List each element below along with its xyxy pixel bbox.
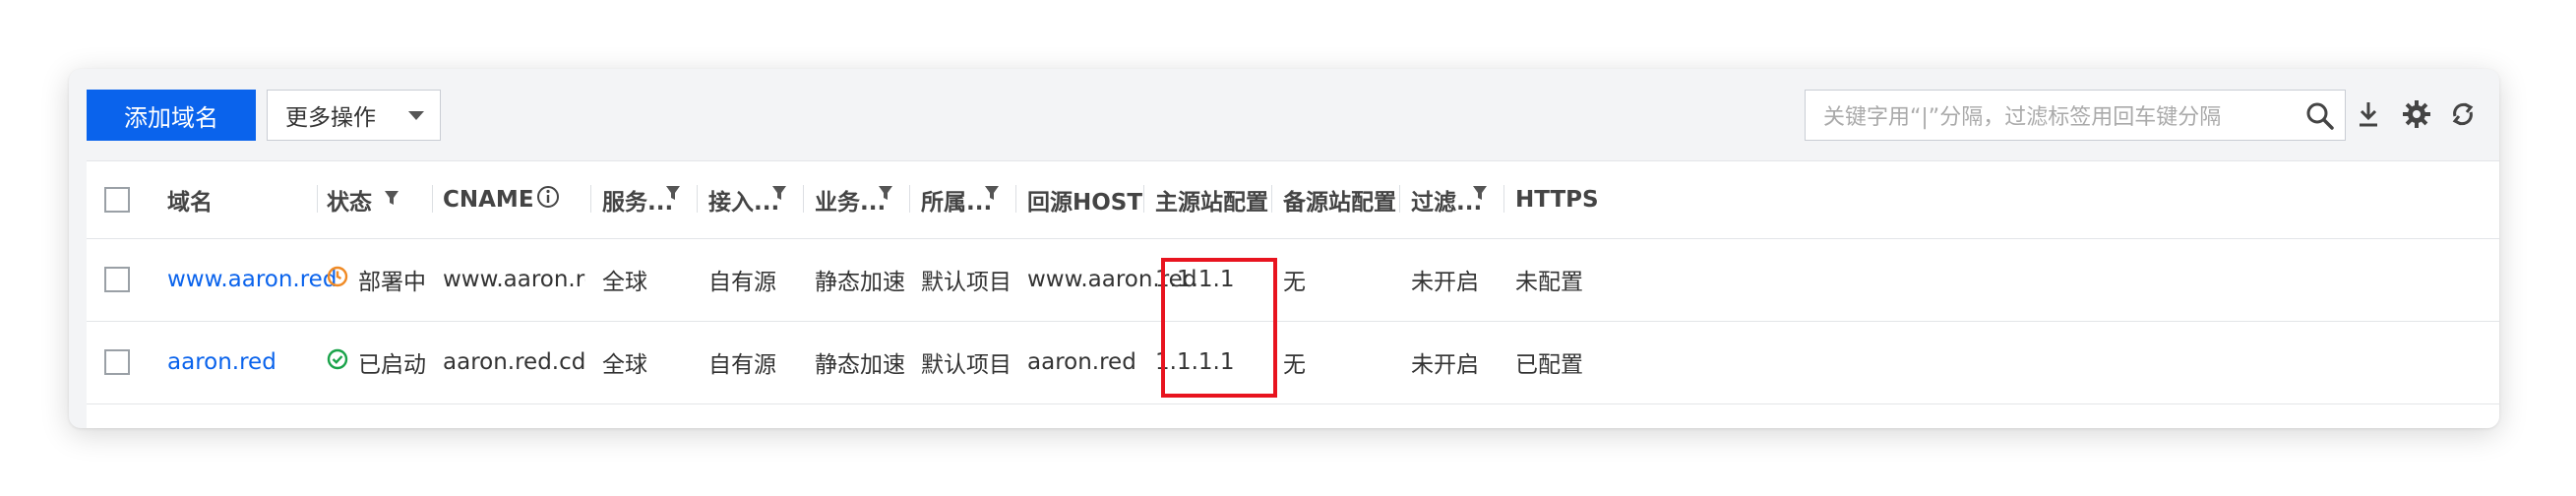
filter-icon[interactable] (384, 187, 399, 213)
table-row: aaron.red 已启动 aaron.red.cdn.dnsv... 全球 自… (87, 321, 2499, 404)
project-cell: 默认项目 (921, 352, 1012, 378)
project-cell: 默认项目 (921, 270, 1012, 295)
domain-link[interactable]: aaron.red (167, 321, 276, 403)
search-icon[interactable] (2305, 101, 2335, 137)
refresh-icon[interactable] (2448, 98, 2478, 134)
backup-origin-cell: 无 (1283, 270, 1306, 295)
clock-icon (327, 266, 348, 293)
search-placeholder: 关键字用“|”分隔，过滤标签用回车键分隔 (1823, 105, 2222, 130)
row-checkbox[interactable] (104, 349, 130, 375)
filter-cell: 未开启 (1411, 352, 1479, 378)
header-cname-label: CNAME (443, 187, 534, 213)
header-status-label: 状态 (327, 190, 372, 216)
filter-icon[interactable] (771, 184, 787, 206)
header-domain: 域名 (167, 190, 213, 216)
header-status[interactable]: 状态 (327, 161, 399, 238)
search-input[interactable]: 关键字用“|”分隔，过滤标签用回车键分隔 (1805, 90, 2346, 141)
header-cname: CNAME (443, 161, 560, 238)
domain-management-panel: 添加域名 更多操作 关键字用“|”分隔，过滤标签用回车键分隔 域名 状态 CNA… (69, 69, 2499, 428)
gear-icon[interactable] (2401, 98, 2432, 134)
access-cell: 自有源 (708, 270, 776, 295)
chevron-down-icon (408, 111, 424, 120)
download-icon[interactable] (2354, 98, 2383, 134)
more-actions-label: 更多操作 (285, 105, 376, 131)
filter-icon[interactable] (984, 184, 1000, 206)
domain-table: 域名 状态 CNAME 服务... 接入... 业务... 所属... 回源HO… (87, 160, 2499, 428)
header-project: 所属... (921, 190, 993, 216)
service-cell: 全球 (602, 352, 647, 378)
table-row: www.aaron.red 部署中 www.aaron.red.cdn... 全… (87, 238, 2499, 322)
business-cell: 静态加速 (815, 352, 905, 378)
header-host: 回源HOST (1027, 190, 1143, 216)
status-text: 已启动 (358, 352, 426, 378)
header-backup-origin: 备源站配置 (1283, 190, 1396, 216)
header-primary-origin: 主源站配置 (1155, 190, 1268, 216)
status-cell: 部署中 (327, 238, 426, 321)
primary-origin-cell: 1.1.1.1 (1155, 267, 1235, 292)
filter-icon[interactable] (878, 184, 893, 206)
backup-origin-cell: 无 (1283, 352, 1306, 378)
table-header: 域名 状态 CNAME 服务... 接入... 业务... 所属... 回源HO… (87, 161, 2499, 239)
service-cell: 全球 (602, 270, 647, 295)
header-service: 服务... (602, 190, 674, 216)
cname-cell: aaron.red.cdn.dnsv... (443, 349, 585, 375)
header-business: 业务... (815, 190, 887, 216)
cname-cell: www.aaron.red.cdn... (443, 267, 585, 292)
https-cell: 已配置 (1515, 352, 1583, 378)
primary-origin-cell: 1.1.1.1 (1155, 349, 1235, 375)
check-circle-icon (327, 348, 348, 376)
filter-icon[interactable] (1472, 184, 1488, 206)
status-text: 部署中 (358, 270, 426, 295)
more-actions-dropdown[interactable]: 更多操作 (267, 90, 441, 141)
select-all-checkbox[interactable] (104, 187, 130, 213)
business-cell: 静态加速 (815, 270, 905, 295)
filter-cell: 未开启 (1411, 270, 1479, 295)
access-cell: 自有源 (708, 352, 776, 378)
domain-link[interactable]: www.aaron.red (167, 238, 337, 321)
host-cell: aaron.red (1027, 349, 1136, 375)
add-domain-button[interactable]: 添加域名 (87, 90, 256, 141)
info-icon[interactable] (536, 185, 560, 215)
row-checkbox[interactable] (104, 267, 130, 292)
header-access: 接入... (708, 190, 780, 216)
filter-icon[interactable] (665, 184, 681, 206)
status-cell: 已启动 (327, 321, 426, 403)
header-https: HTTPS (1515, 187, 1599, 213)
https-cell: 未配置 (1515, 270, 1583, 295)
